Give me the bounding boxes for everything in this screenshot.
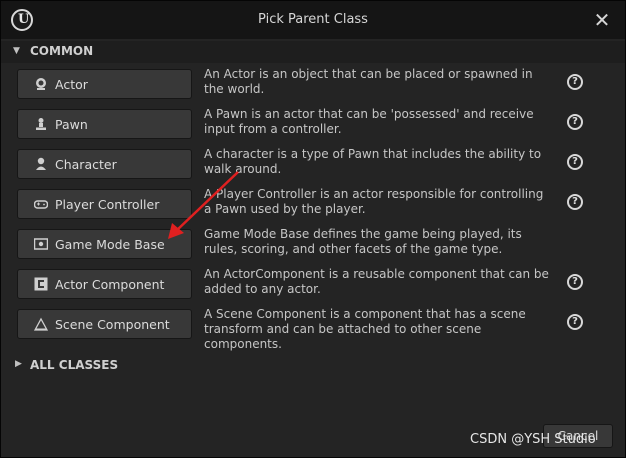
character-button[interactable]: Character xyxy=(17,149,192,179)
help-icon[interactable]: ? xyxy=(567,314,583,330)
actor-button[interactable]: Actor xyxy=(17,69,192,99)
character-icon xyxy=(36,157,46,170)
watermark: CSDN @YSH Studio xyxy=(470,432,596,447)
expand-arrow-icon: ▶ xyxy=(15,359,22,369)
collapse-arrow-icon: ▼ xyxy=(13,46,20,56)
scene-component-button-label: Scene Component xyxy=(55,316,170,332)
actor-component-button[interactable]: Actor Component xyxy=(17,269,192,299)
player-controller-button[interactable]: Player Controller xyxy=(17,189,192,219)
class-row-game-mode-base: Game Mode Base Game Mode Base defines th… xyxy=(1,227,625,267)
player-controller-button-label: Player Controller xyxy=(55,196,160,212)
actor-component-description: An ActorComponent is a reusable componen… xyxy=(204,267,549,296)
class-row-actor-component: Actor Component An ActorComponent is a r… xyxy=(1,267,625,307)
actor-component-button-label: Actor Component xyxy=(55,276,165,292)
scene-component-icon xyxy=(34,317,48,331)
title-bar: U Pick Parent Class ✕ xyxy=(1,1,625,39)
class-row-pawn: Pawn A Pawn is an actor that can be 'pos… xyxy=(1,107,625,147)
pawn-description: A Pawn is an actor that can be 'possesse… xyxy=(204,107,534,136)
close-icon[interactable]: ✕ xyxy=(591,9,613,31)
dialog-title: Pick Parent Class xyxy=(258,12,368,27)
help-icon[interactable]: ? xyxy=(567,194,583,210)
common-section-label: COMMON xyxy=(30,44,94,58)
help-icon[interactable]: ? xyxy=(567,154,583,170)
help-icon[interactable]: ? xyxy=(567,114,583,130)
game-mode-base-button[interactable]: Game Mode Base xyxy=(17,229,192,259)
class-row-actor: Actor An Actor is an object that can be … xyxy=(1,67,625,107)
pick-parent-class-dialog: U Pick Parent Class ✕ ▼ COMMON Actor An … xyxy=(0,0,626,458)
game-mode-base-description: Game Mode Base defines the game being pl… xyxy=(204,227,522,256)
pawn-icon xyxy=(36,118,46,130)
class-row-scene-component: Scene Component A Scene Component is a c… xyxy=(1,307,625,351)
actor-icon xyxy=(36,78,46,90)
pawn-button-label: Pawn xyxy=(55,116,88,132)
actor-component-icon xyxy=(34,277,48,291)
gamepad-icon xyxy=(34,200,48,209)
help-icon[interactable]: ? xyxy=(567,74,583,90)
common-section-header[interactable]: ▼ COMMON xyxy=(1,41,625,63)
game-mode-base-button-label: Game Mode Base xyxy=(55,236,165,252)
character-description: A character is a type of Pawn that inclu… xyxy=(204,147,542,176)
class-row-character: Character A character is a type of Pawn … xyxy=(1,147,625,187)
all-classes-label: ALL CLASSES xyxy=(30,358,119,372)
help-icon[interactable]: ? xyxy=(567,274,583,290)
game-mode-icon xyxy=(34,238,48,250)
actor-button-label: Actor xyxy=(55,76,88,92)
scene-component-description: A Scene Component is a component that ha… xyxy=(204,307,526,351)
pawn-button[interactable]: Pawn xyxy=(17,109,192,139)
class-row-player-controller: Player Controller A Player Controller is… xyxy=(1,187,625,227)
all-classes-section-header[interactable]: ▶ ALL CLASSES xyxy=(1,355,625,377)
scene-component-button[interactable]: Scene Component xyxy=(17,309,192,339)
actor-description: An Actor is an object that can be placed… xyxy=(204,67,533,96)
player-controller-description: A Player Controller is an actor responsi… xyxy=(204,187,544,216)
character-button-label: Character xyxy=(55,156,117,172)
